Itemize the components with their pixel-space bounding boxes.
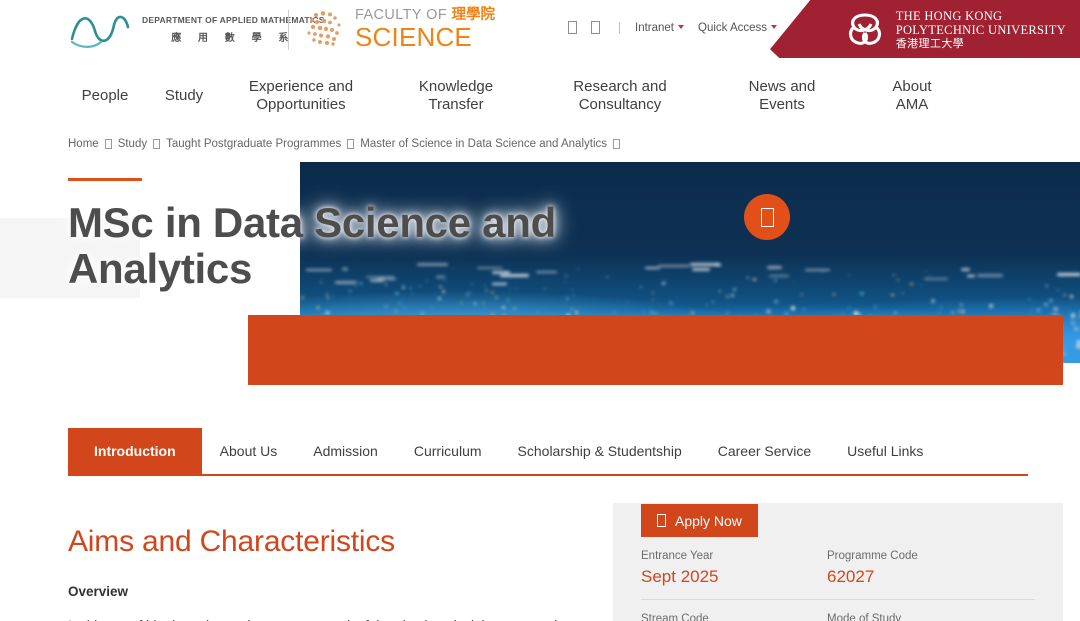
info-divider (641, 599, 1035, 600)
site-header: DEPARTMENT OF APPLIED MATHEMATICS 應 用 數 … (0, 0, 1080, 62)
polyu-knot-logo-icon (843, 10, 887, 50)
info-label-stream-code: Stream Code (641, 611, 827, 621)
nav-item-knowledge[interactable]: Knowledge Transfer (376, 78, 536, 115)
faculty-of-science-logo[interactable]: FACULTY OF 理學院 SCIENCE (304, 8, 495, 50)
programme-tabs: Introduction About Us Admission Curricul… (68, 428, 1028, 474)
science-s-logo-icon (304, 8, 346, 50)
ama-department-logo[interactable]: DEPARTMENT OF APPLIED MATHEMATICS 應 用 數 … (68, 9, 325, 49)
info-cell-stream-code: Stream Code (641, 611, 827, 621)
polyu-logo[interactable]: THE HONG KONG POLYTECHNIC UNIVERSITY 香港理… (843, 9, 1066, 50)
nav-item-study[interactable]: Study (142, 87, 226, 105)
breadcrumb-item-home[interactable]: Home (68, 138, 99, 150)
chevron-down-icon (678, 25, 684, 29)
breadcrumb-separator-icon (105, 139, 112, 149)
overview-body-text: In this era of big data, demand to extra… (68, 615, 588, 621)
search-icon[interactable] (568, 21, 577, 34)
play-icon (761, 208, 774, 227)
info-cell-entrance-year: Entrance Year Sept 2025 (641, 548, 827, 599)
breadcrumb-item-msc[interactable]: Master of Science in Data Science and An… (360, 138, 607, 150)
utility-separator: | (618, 22, 621, 34)
info-label-mode-of-study: Mode of Study (827, 611, 1035, 621)
nav-item-people[interactable]: People (68, 87, 142, 105)
breadcrumb-item-study[interactable]: Study (118, 138, 147, 150)
ama-logo-english: DEPARTMENT OF APPLIED MATHEMATICS (142, 15, 325, 25)
info-value-entrance-year: Sept 2025 (641, 565, 827, 599)
info-value-programme-code: 62027 (827, 565, 1035, 599)
breadcrumb-separator-icon (153, 139, 160, 149)
page-title: MSc in Data Science and Analytics (68, 200, 628, 292)
ama-logo-chinese: 應 用 數 學 系 (142, 29, 325, 44)
tab-admission[interactable]: Admission (295, 428, 396, 474)
info-cell-mode-of-study: Mode of Study (827, 611, 1035, 621)
utility-nav: | Intranet Quick Access (568, 21, 777, 34)
faculty-line1-en: FACULTY OF (355, 7, 447, 23)
ama-wave-logo-icon (68, 9, 132, 49)
apply-now-label: Apply Now (675, 513, 742, 529)
external-link-icon (657, 514, 666, 527)
hero-title-block: MSc in Data Science and Analytics (68, 178, 628, 292)
header-divider (288, 10, 289, 50)
content-column: Aims and Characteristics Overview In thi… (68, 525, 588, 621)
faculty-line2: SCIENCE (355, 24, 495, 50)
breadcrumb-separator-icon (613, 139, 620, 149)
apply-now-button[interactable]: Apply Now (641, 504, 758, 537)
chevron-down-icon (771, 25, 777, 29)
info-label-programme-code: Programme Code (827, 548, 1035, 565)
overview-subheading: Overview (68, 584, 588, 599)
language-icon[interactable] (591, 21, 600, 34)
tab-career-service[interactable]: Career Service (700, 428, 829, 474)
utility-item-intranet[interactable]: Intranet (635, 22, 684, 34)
hero-orange-block (248, 315, 1063, 385)
nav-item-experience[interactable]: Experience and Opportunities (226, 78, 376, 115)
title-accent-rule (68, 178, 142, 181)
programme-info-grid: Entrance Year Sept 2025 Programme Code 6… (641, 548, 1035, 621)
nav-item-research[interactable]: Research and Consultancy (536, 78, 704, 115)
polyu-line2: POLYTECHNIC UNIVERSITY (896, 23, 1066, 37)
breadcrumb: Home Study Taught Postgraduate Programme… (68, 138, 620, 150)
polyu-line1: THE HONG KONG (896, 9, 1066, 23)
page-root: MSc in Data Science and Analytics DEPART… (0, 0, 1080, 621)
tab-useful-links[interactable]: Useful Links (829, 428, 941, 474)
tab-scholarship[interactable]: Scholarship & Studentship (500, 428, 700, 474)
main-navigation: People Study Experience and Opportunitie… (0, 62, 1080, 130)
section-title: Aims and Characteristics (68, 525, 588, 558)
faculty-line1-zh: 理學院 (452, 7, 496, 23)
tab-about-us[interactable]: About Us (202, 428, 296, 474)
tab-introduction[interactable]: Introduction (68, 428, 202, 474)
nav-item-about-ama[interactable]: About AMA (860, 78, 964, 115)
nav-item-news[interactable]: News and Events (704, 78, 860, 115)
breadcrumb-item-tpg[interactable]: Taught Postgraduate Programmes (166, 138, 341, 150)
breadcrumb-separator-icon (347, 139, 354, 149)
polyu-line3: 香港理工大學 (896, 38, 1066, 50)
hero-play-button[interactable] (744, 194, 790, 240)
utility-item-quick-access[interactable]: Quick Access (698, 22, 777, 34)
info-label-entrance-year: Entrance Year (641, 548, 827, 565)
tabs-underline (68, 474, 1028, 476)
info-cell-programme-code: Programme Code 62027 (827, 548, 1035, 599)
tab-curriculum[interactable]: Curriculum (396, 428, 500, 474)
